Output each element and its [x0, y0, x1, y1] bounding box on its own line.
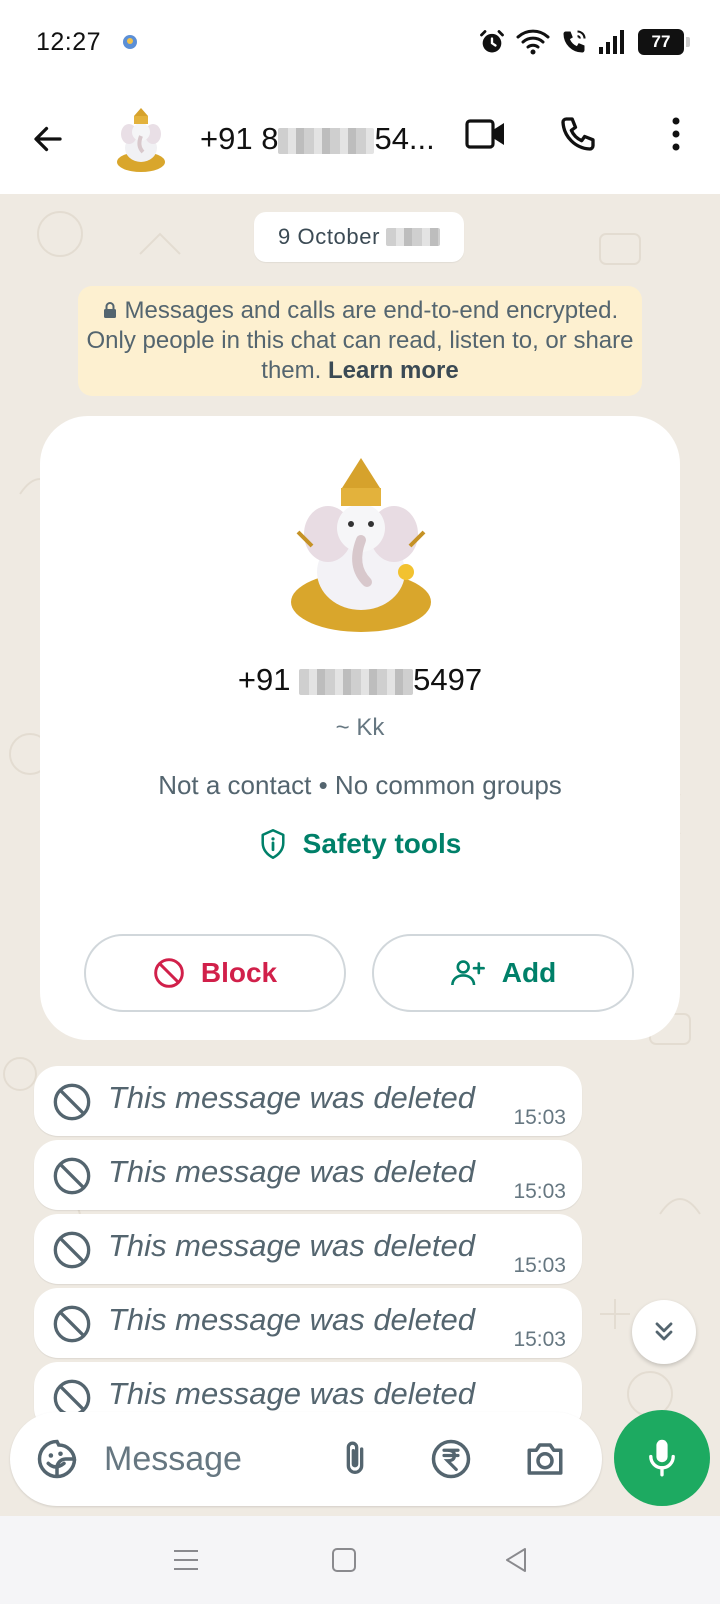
- person-add-icon: [450, 960, 485, 986]
- wifi-icon: [516, 28, 550, 56]
- phone-suffix: 5497: [413, 662, 483, 697]
- add-label: Add: [501, 957, 557, 988]
- safety-tools-link[interactable]: Safety tools: [40, 828, 680, 860]
- back-button[interactable]: [20, 111, 76, 167]
- voice-call-button[interactable]: [550, 106, 606, 162]
- notification-app-icon: [121, 33, 139, 51]
- date-text: 9 October: [277, 224, 380, 249]
- sticker-icon: [37, 1439, 77, 1479]
- message-time: 15:03: [513, 1328, 566, 1351]
- message-time: 15:03: [513, 1180, 566, 1203]
- status-icons: 77: [478, 28, 690, 56]
- paperclip-icon: [346, 1441, 364, 1474]
- encryption-notice[interactable]: Messages and calls are end-to-end encryp…: [78, 286, 642, 396]
- message-composer: [10, 1412, 602, 1506]
- deleted-message-icon: [53, 1083, 91, 1121]
- message-bubble[interactable]: This message was deleted 15:03: [34, 1214, 582, 1284]
- contact-phone-number: +91 5497: [40, 662, 680, 698]
- message-bubble[interactable]: This message was deleted 15:03: [34, 1288, 582, 1358]
- message-bubble[interactable]: This message was deleted 15:03: [34, 1066, 582, 1136]
- title-suffix: 54...: [374, 121, 435, 156]
- redacted-block: [299, 668, 414, 695]
- voice-message-button[interactable]: [614, 1410, 710, 1506]
- sticker-button[interactable]: [30, 1432, 84, 1486]
- microphone-icon: [649, 1439, 675, 1477]
- video-camera-icon: [465, 119, 504, 149]
- video-call-button[interactable]: [458, 106, 514, 162]
- safety-tools-label: Safety tools: [302, 828, 462, 859]
- learn-more-link[interactable]: Learn more: [328, 357, 459, 384]
- block-icon: [154, 958, 184, 988]
- message-text: This message was deleted: [108, 1302, 476, 1337]
- message-text: This message was deleted: [108, 1080, 476, 1115]
- payment-button[interactable]: [424, 1432, 478, 1486]
- wifi-calling-icon: [560, 28, 588, 56]
- phone-icon: [561, 117, 595, 151]
- rupee-icon: [431, 1439, 471, 1479]
- triangle-back-icon: [506, 1548, 526, 1572]
- shield-info-icon: [261, 829, 285, 859]
- status-bar: 12:27 77: [0, 0, 720, 84]
- status-time: 12:27: [36, 27, 102, 56]
- block-button[interactable]: Block: [84, 934, 346, 1012]
- message-bubble[interactable]: This message was deleted 15:03: [34, 1140, 582, 1210]
- square-home-icon: [332, 1548, 356, 1572]
- more-vert-icon: [672, 117, 680, 151]
- contact-profile-photo[interactable]: [278, 452, 444, 638]
- home-button[interactable]: [322, 1538, 366, 1582]
- scroll-to-bottom-button[interactable]: [632, 1300, 696, 1364]
- message-time: 15:03: [513, 1254, 566, 1277]
- title-prefix: +91 8: [200, 121, 279, 156]
- contact-subtitle: Not a contact • No common groups: [158, 770, 562, 800]
- signal-icon: [598, 29, 628, 55]
- camera-icon: [527, 1443, 563, 1475]
- system-navigation-bar: [0, 1516, 720, 1604]
- chat-area[interactable]: 9 October Messages and calls are end-to-…: [0, 194, 720, 1516]
- back-nav-button[interactable]: [494, 1538, 538, 1582]
- contact-avatar[interactable]: [106, 104, 176, 174]
- phone-prefix: +91: [237, 662, 291, 697]
- double-chevron-down-icon: [655, 1322, 673, 1341]
- more-options-button[interactable]: [648, 106, 704, 162]
- message-text: This message was deleted: [108, 1154, 476, 1189]
- contact-nickname: ~ Kk: [335, 714, 385, 741]
- chat-header: +91 8 54...: [0, 84, 720, 194]
- deleted-message-icon: [53, 1157, 91, 1195]
- alarm-icon: [478, 28, 506, 56]
- menu-lines-icon: [174, 1550, 198, 1570]
- redacted-block: [278, 127, 375, 154]
- chat-title[interactable]: +91 8 54...: [200, 121, 450, 157]
- arrow-back-icon: [34, 126, 62, 152]
- message-time: 15:03: [513, 1106, 566, 1129]
- redacted-block: [386, 228, 440, 246]
- message-input[interactable]: [104, 1434, 314, 1484]
- message-text: This message was deleted: [108, 1228, 476, 1263]
- block-label: Block: [200, 957, 278, 988]
- message-text: This message was deleted: [108, 1376, 476, 1411]
- recents-button[interactable]: [164, 1538, 208, 1582]
- attach-button[interactable]: [328, 1432, 382, 1486]
- contact-info-card: +91 5497 ~ Kk Not a contact • No common …: [40, 416, 680, 1040]
- camera-button[interactable]: [518, 1432, 572, 1486]
- battery-icon: 77: [638, 29, 690, 55]
- date-chip: 9 October: [254, 212, 464, 262]
- deleted-message-icon: [53, 1231, 91, 1269]
- add-contact-button[interactable]: Add: [372, 934, 634, 1012]
- deleted-message-icon: [53, 1305, 91, 1343]
- lock-icon: [103, 302, 116, 318]
